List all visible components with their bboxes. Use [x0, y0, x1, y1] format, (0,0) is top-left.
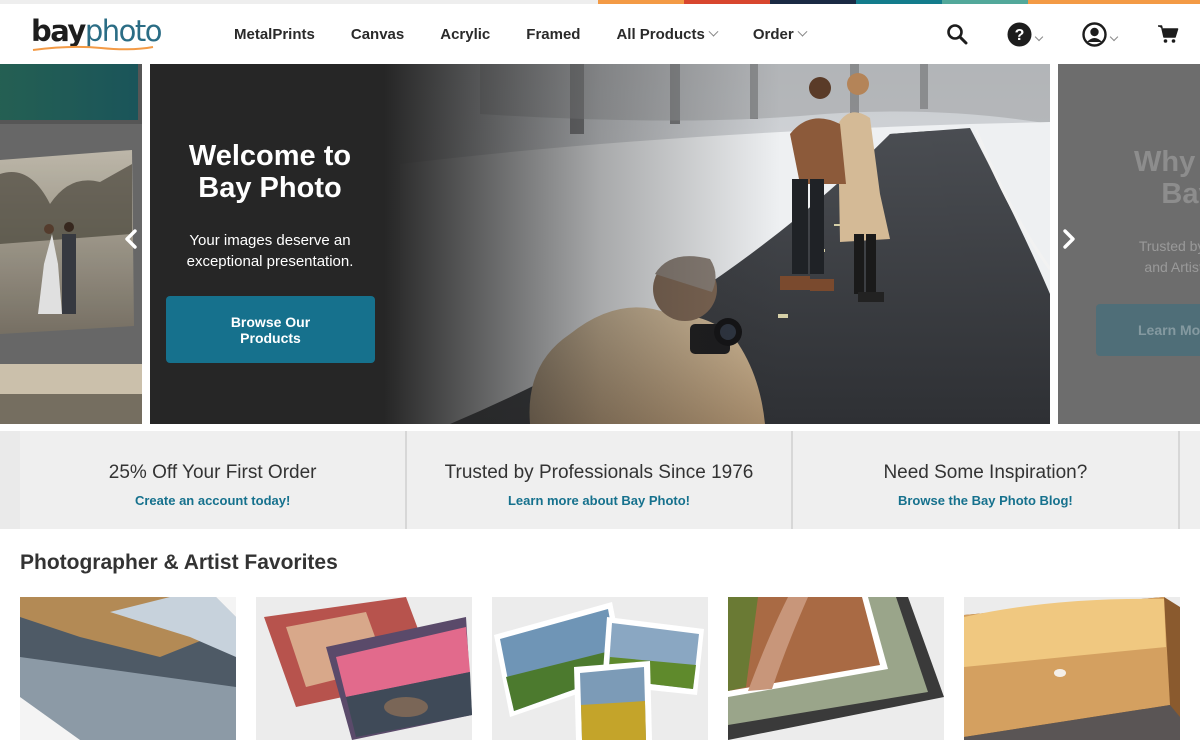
chevron-right-icon [1063, 229, 1075, 249]
nav-acrylic[interactable]: Acrylic [440, 26, 490, 43]
favorite-framed-print[interactable] [728, 597, 944, 740]
help-button[interactable]: ? [1007, 20, 1044, 48]
next-slide-title: Why Ch Bay [1134, 146, 1200, 210]
promo-strip: 25% Off Your First Order Create an accou… [0, 431, 1200, 529]
search-button[interactable] [946, 20, 968, 48]
acrylic-print-image [256, 597, 472, 740]
hero-slide-active: Welcome to Bay Photo Your images deserve… [150, 64, 1050, 424]
search-icon [947, 24, 968, 45]
favorites-grid [20, 597, 1180, 740]
promo-trusted[interactable]: Trusted by Professionals Since 1976 Lear… [407, 431, 791, 529]
account-button[interactable] [1082, 20, 1119, 48]
promo-title: Need Some Inspiration? [883, 462, 1088, 483]
favorites-heading: Photographer & Artist Favorites [20, 551, 338, 574]
photo-prints-image [492, 597, 708, 740]
chevron-down-icon [1034, 32, 1044, 42]
svg-text:?: ? [1015, 27, 1025, 44]
hero-title: Welcome to Bay Photo [188, 140, 352, 204]
framed-print-image [728, 597, 944, 740]
next-slide[interactable]: Why Ch Bay Trusted by Phot and Artists s… [1058, 64, 1200, 424]
bayphoto-logo[interactable]: bay photo [31, 14, 163, 54]
chevron-down-icon [797, 26, 808, 37]
main-nav: MetalPrints Canvas Acrylic Framed All Pr… [216, 4, 824, 64]
logo-photo-text: photo [84, 14, 163, 48]
canvas-print-image [964, 597, 1180, 740]
nav-order[interactable]: Order [753, 26, 808, 43]
promo-link[interactable]: Learn more about Bay Photo! [407, 493, 790, 508]
browse-products-button[interactable]: Browse Our Products [166, 296, 375, 363]
carousel-prev-button[interactable] [122, 228, 140, 250]
promo-link[interactable]: Create an account today! [20, 493, 405, 508]
cart-icon [1158, 25, 1179, 43]
chevron-down-icon [1109, 32, 1119, 42]
nav-framed[interactable]: Framed [526, 26, 580, 43]
favorite-canvas-print[interactable] [964, 597, 1180, 740]
hero-tagline: Your images deserve an exceptional prese… [186, 232, 354, 270]
logo-swoosh-icon [32, 45, 154, 51]
site-header: bay photo MetalPrints Canvas Acrylic Fram… [0, 4, 1200, 64]
chevron-left-icon [125, 229, 137, 249]
help-icon: ? [1007, 22, 1032, 46]
favorite-photo-prints[interactable] [492, 597, 708, 740]
framed-wedding-photo-image [0, 64, 142, 424]
favorite-acrylic-print[interactable] [256, 597, 472, 740]
promo-title: 25% Off Your First Order [108, 462, 317, 483]
previous-slide[interactable] [0, 64, 142, 424]
logo-bay-text: bay [31, 14, 86, 48]
promo-first-order[interactable]: 25% Off Your First Order Create an accou… [19, 431, 406, 529]
hero-carousel: Welcome to Bay Photo Your images deserve… [0, 64, 1200, 424]
cart-button[interactable] [1157, 20, 1179, 48]
nav-all-products[interactable]: All Products [616, 26, 719, 43]
promo-title: Trusted by Professionals Since 1976 [444, 462, 754, 483]
nav-canvas[interactable]: Canvas [351, 26, 404, 43]
carousel-next-button[interactable] [1060, 228, 1078, 250]
account-icon [1082, 21, 1107, 47]
next-slide-subtitle: Trusted by Phot and Artists sin [1138, 238, 1200, 275]
nav-metalprints[interactable]: MetalPrints [234, 26, 315, 43]
promo-inspiration[interactable]: Need Some Inspiration? Browse the Bay Ph… [792, 431, 1179, 529]
metal-print-image [20, 597, 236, 740]
promo-link[interactable]: Browse the Bay Photo Blog! [793, 493, 1178, 508]
favorite-metal-print[interactable] [20, 597, 236, 740]
learn-more-button[interactable]: Learn Mo [1096, 304, 1200, 356]
chevron-down-icon [708, 26, 719, 37]
